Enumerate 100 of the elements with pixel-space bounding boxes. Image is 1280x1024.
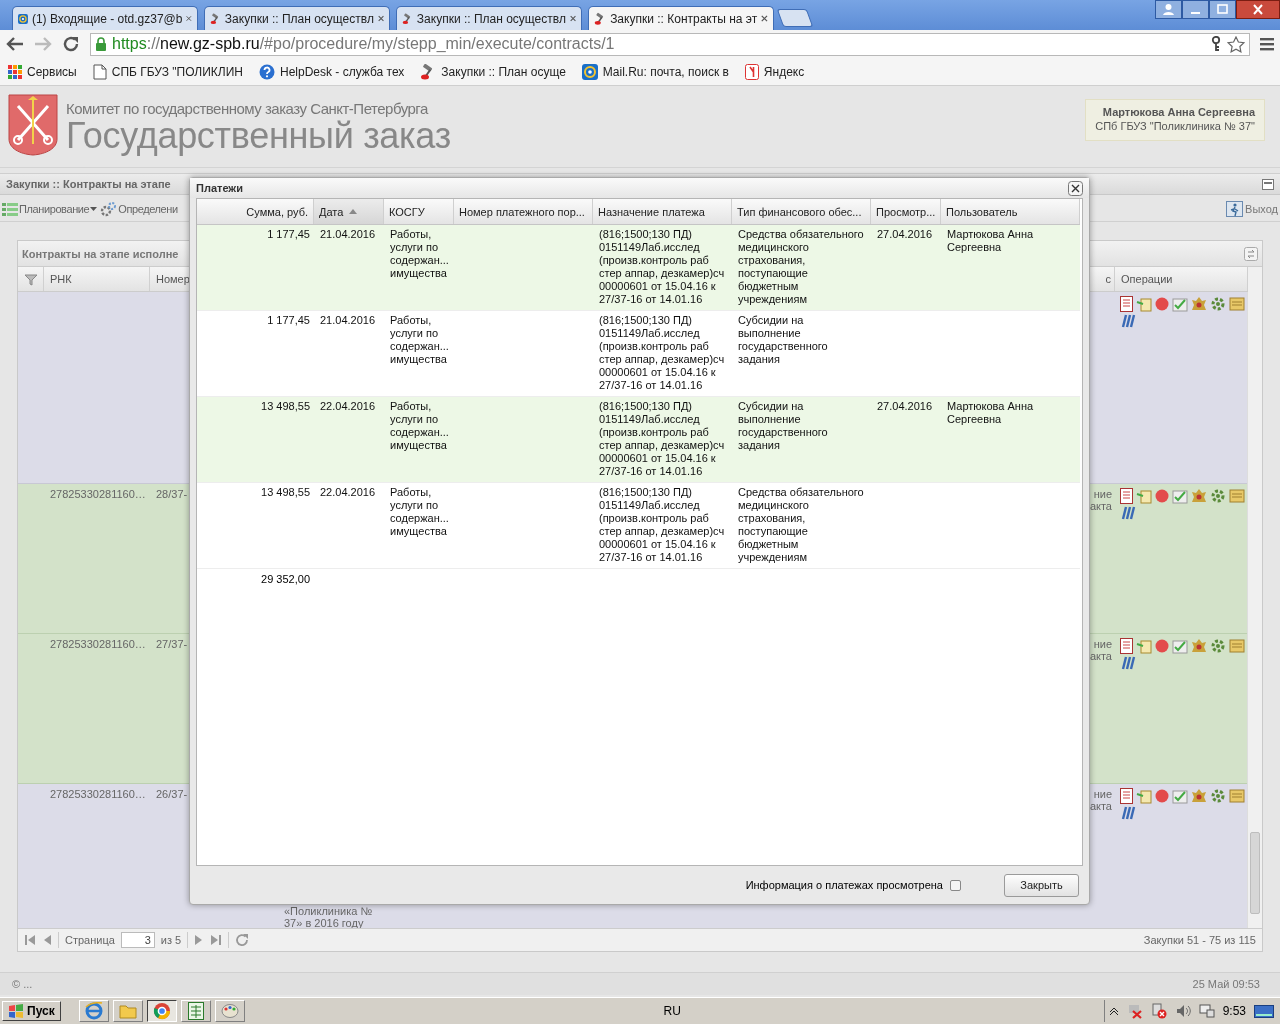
- maximize-icon[interactable]: [1209, 0, 1236, 19]
- address-field[interactable]: https://new.gz-spb.ru/#po/procedure/my/stepp_min/execute/contracts/1: [90, 32, 1250, 56]
- reload-icon[interactable]: [62, 35, 80, 53]
- column-header[interactable]: Дата: [314, 199, 384, 224]
- star-icon[interactable]: [1227, 35, 1245, 53]
- prev-page-icon[interactable]: [42, 934, 52, 947]
- column-header[interactable]: Номер платежного пор...: [454, 199, 593, 224]
- back-icon[interactable]: [6, 36, 24, 52]
- record-icon[interactable]: [1155, 489, 1169, 504]
- document-icon[interactable]: [1120, 296, 1133, 313]
- table-cell: (816;1500;130 ПД) 0151149Лаб.исслед (произв.контроль раб стер аппар, дезкамер)сч 00000601 от 15.04.16 к 27/37-16 от 14.01.16: [599, 400, 725, 477]
- toolbar-button[interactable]: Планирование: [2, 202, 98, 217]
- column-header[interactable]: КОСГУ: [384, 199, 454, 224]
- page-field[interactable]: 3: [120, 932, 155, 949]
- language-indicator[interactable]: RU: [663, 1003, 685, 1018]
- minimize-icon[interactable]: [1182, 0, 1209, 19]
- browser-tab[interactable]: Закупки :: План осуществл: [396, 6, 582, 30]
- table-cell: Работы, услуги по содержан... имущества: [390, 228, 449, 279]
- emblem-icon[interactable]: [1191, 638, 1207, 655]
- scrollbar[interactable]: [1247, 292, 1262, 929]
- last-page-icon[interactable]: [210, 934, 223, 947]
- checkbox[interactable]: [950, 879, 961, 891]
- table-cell: Субсидии на выполнение государственного задания: [738, 314, 828, 365]
- browser-tab[interactable]: (1) Входящие - otd.gz37@b: [12, 6, 198, 30]
- column-header[interactable]: Номер: [156, 273, 190, 286]
- binders-icon[interactable]: [1120, 314, 1136, 329]
- table-cell: Средства обязательного медицинского страхования, поступающие бюджетным учреждениям: [738, 228, 864, 305]
- table-cell: Субсидии на выполнение государственного задания: [738, 400, 828, 451]
- gear-icon[interactable]: [1210, 788, 1226, 805]
- binders-icon[interactable]: [1120, 656, 1136, 671]
- close-icon[interactable]: [761, 14, 768, 23]
- binders-icon[interactable]: [1120, 806, 1136, 821]
- record-icon[interactable]: [1155, 789, 1169, 804]
- check-document-icon[interactable]: [1172, 296, 1188, 313]
- taskbar-app[interactable]: [146, 999, 177, 1022]
- caret-icon: [90, 207, 98, 212]
- network-error-icon[interactable]: [1150, 1002, 1167, 1019]
- table-cell: 27.04.2016: [877, 228, 933, 240]
- binders-icon[interactable]: [1120, 506, 1136, 521]
- record-icon[interactable]: [1155, 297, 1169, 312]
- palette-icon: [220, 1002, 239, 1019]
- toolbar-button[interactable]: Определени: [100, 201, 178, 218]
- close-button[interactable]: Закрыть: [1004, 873, 1079, 897]
- close-icon[interactable]: [1236, 0, 1280, 19]
- sort-ascending-icon: [349, 209, 358, 214]
- menu-icon[interactable]: [1260, 37, 1274, 51]
- refresh-icon[interactable]: [235, 933, 250, 948]
- exit-button[interactable]: Выход: [1226, 201, 1278, 218]
- emblem-icon[interactable]: [1191, 296, 1207, 313]
- bookmark[interactable]: HelpDesk - служба тех: [259, 63, 405, 80]
- refresh-icon[interactable]: [1244, 246, 1258, 261]
- emblem-icon[interactable]: [1191, 488, 1207, 505]
- browser-tab[interactable]: Закупки :: План осуществл: [204, 6, 390, 30]
- page-label: Страница: [65, 934, 115, 947]
- table-cell: 28/37-: [156, 488, 188, 501]
- bookmark[interactable]: Mail.Ru: почта, поиск в: [581, 63, 729, 80]
- checkbox-label: Информация о платежах просмотрена: [745, 879, 943, 891]
- close-icon[interactable]: [1068, 180, 1083, 196]
- column-header[interactable]: Операции: [1121, 273, 1173, 286]
- gear-icon[interactable]: [1210, 638, 1226, 655]
- minimize-panel-icon[interactable]: [1262, 178, 1274, 190]
- document-icon[interactable]: [1120, 638, 1133, 655]
- check-document-icon[interactable]: [1172, 788, 1188, 805]
- gear-icon[interactable]: [1210, 296, 1226, 313]
- filter-icon[interactable]: [24, 272, 38, 286]
- start-button[interactable]: Пуск: [2, 1000, 61, 1021]
- lock-icon: [95, 36, 107, 52]
- column-header[interactable]: Пользователь: [941, 199, 1080, 224]
- column-header[interactable]: с: [1105, 273, 1111, 286]
- record-icon[interactable]: [1155, 639, 1169, 654]
- column-header[interactable]: Просмотр...: [871, 199, 941, 224]
- bookmark-tile-icon: [744, 63, 759, 80]
- document-icon[interactable]: [1120, 488, 1133, 505]
- date-time: 25 Май 09:53: [1192, 977, 1260, 990]
- user-icon[interactable]: [1155, 0, 1182, 19]
- bookmark[interactable]: СПБ ГБУЗ "ПОЛИКЛИН: [92, 63, 243, 80]
- clock: 9:53: [1222, 1003, 1246, 1018]
- document-icon[interactable]: [1120, 788, 1133, 805]
- exit-icon: [1226, 201, 1244, 218]
- column-header[interactable]: РНК: [50, 273, 72, 286]
- table-cell: Мартюкова Анна Сергеевна: [947, 228, 1034, 253]
- table-cell: Средства обязательного медицинского страхования, поступающие бюджетным учреждениям: [738, 486, 864, 563]
- table-cell: 22.04.2016: [320, 400, 376, 412]
- key-icon[interactable]: [1210, 36, 1222, 52]
- chevron-up-icon[interactable]: [1108, 1005, 1119, 1016]
- first-page-icon[interactable]: [24, 934, 36, 947]
- show-desktop-icon[interactable]: [1254, 1002, 1274, 1019]
- column-header[interactable]: Назначение платежа: [593, 199, 732, 224]
- gear-icon[interactable]: [1210, 488, 1226, 505]
- bookmark[interactable]: Закупки :: План осуще: [420, 63, 566, 80]
- bookmark[interactable]: Сервисы: [8, 64, 77, 79]
- column-header[interactable]: Тип финансового обес...: [732, 199, 871, 224]
- emblem-icon[interactable]: [1191, 788, 1207, 805]
- check-document-icon[interactable]: [1172, 638, 1188, 655]
- new-tab-button[interactable]: [776, 9, 814, 27]
- table-cell: акта: [1089, 800, 1112, 813]
- bookmark[interactable]: Яндекс: [744, 63, 805, 80]
- browser-tab[interactable]: Закупки :: Контракты на эт: [588, 6, 774, 30]
- table-cell: (816;1500;130 ПД) 0151149Лаб.исслед (произв.контроль раб стер аппар, дезкамер)сч 00000601 от 15.04.16 к 27/37-16 от 14.01.16: [599, 228, 725, 305]
- check-document-icon[interactable]: [1172, 488, 1188, 505]
